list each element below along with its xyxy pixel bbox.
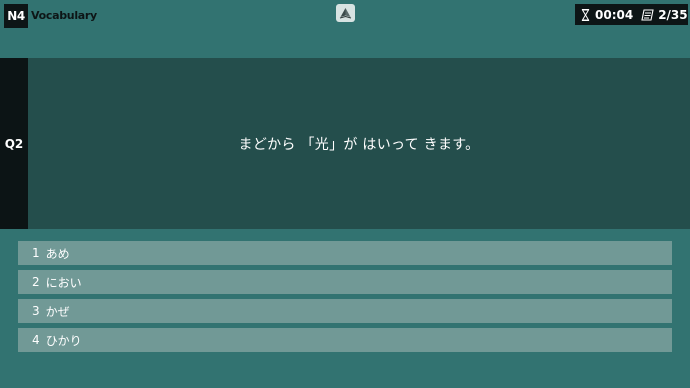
answer-text: におい [45,275,82,290]
level-label: N4 [7,9,25,23]
level-badge: N4 [4,4,28,28]
answer-number: 1 [32,246,40,260]
status-box: 00:04 2/35 [575,4,688,25]
answer-list: 1 あめ 2 におい 3 かぜ 4 ひかり [18,241,672,357]
book-button[interactable] [336,4,355,22]
question-text: まどから 「光」が はいって きます。 [238,136,480,153]
answer-number: 2 [32,275,40,289]
answer-text: かぜ [45,304,70,319]
section-title: Vocabulary [31,9,97,22]
hourglass-icon [581,8,590,21]
answer-text: あめ [45,246,70,261]
book-icon [339,8,352,19]
answer-text: ひかり [45,333,82,348]
answer-option-4[interactable]: 4 ひかり [18,328,672,352]
notepad-icon [641,8,654,21]
timer-value: 00:04 [595,7,634,22]
answer-number: 4 [32,333,40,347]
answer-number: 3 [32,304,40,318]
question-panel: Q2 まどから 「光」が はいって きます。 [0,58,690,229]
answer-option-1[interactable]: 1 あめ [18,241,672,265]
answer-option-3[interactable]: 3 かぜ [18,299,672,323]
progress-counter: 2/35 [658,7,688,22]
question-number: Q2 [0,58,28,229]
answer-option-2[interactable]: 2 におい [18,270,672,294]
